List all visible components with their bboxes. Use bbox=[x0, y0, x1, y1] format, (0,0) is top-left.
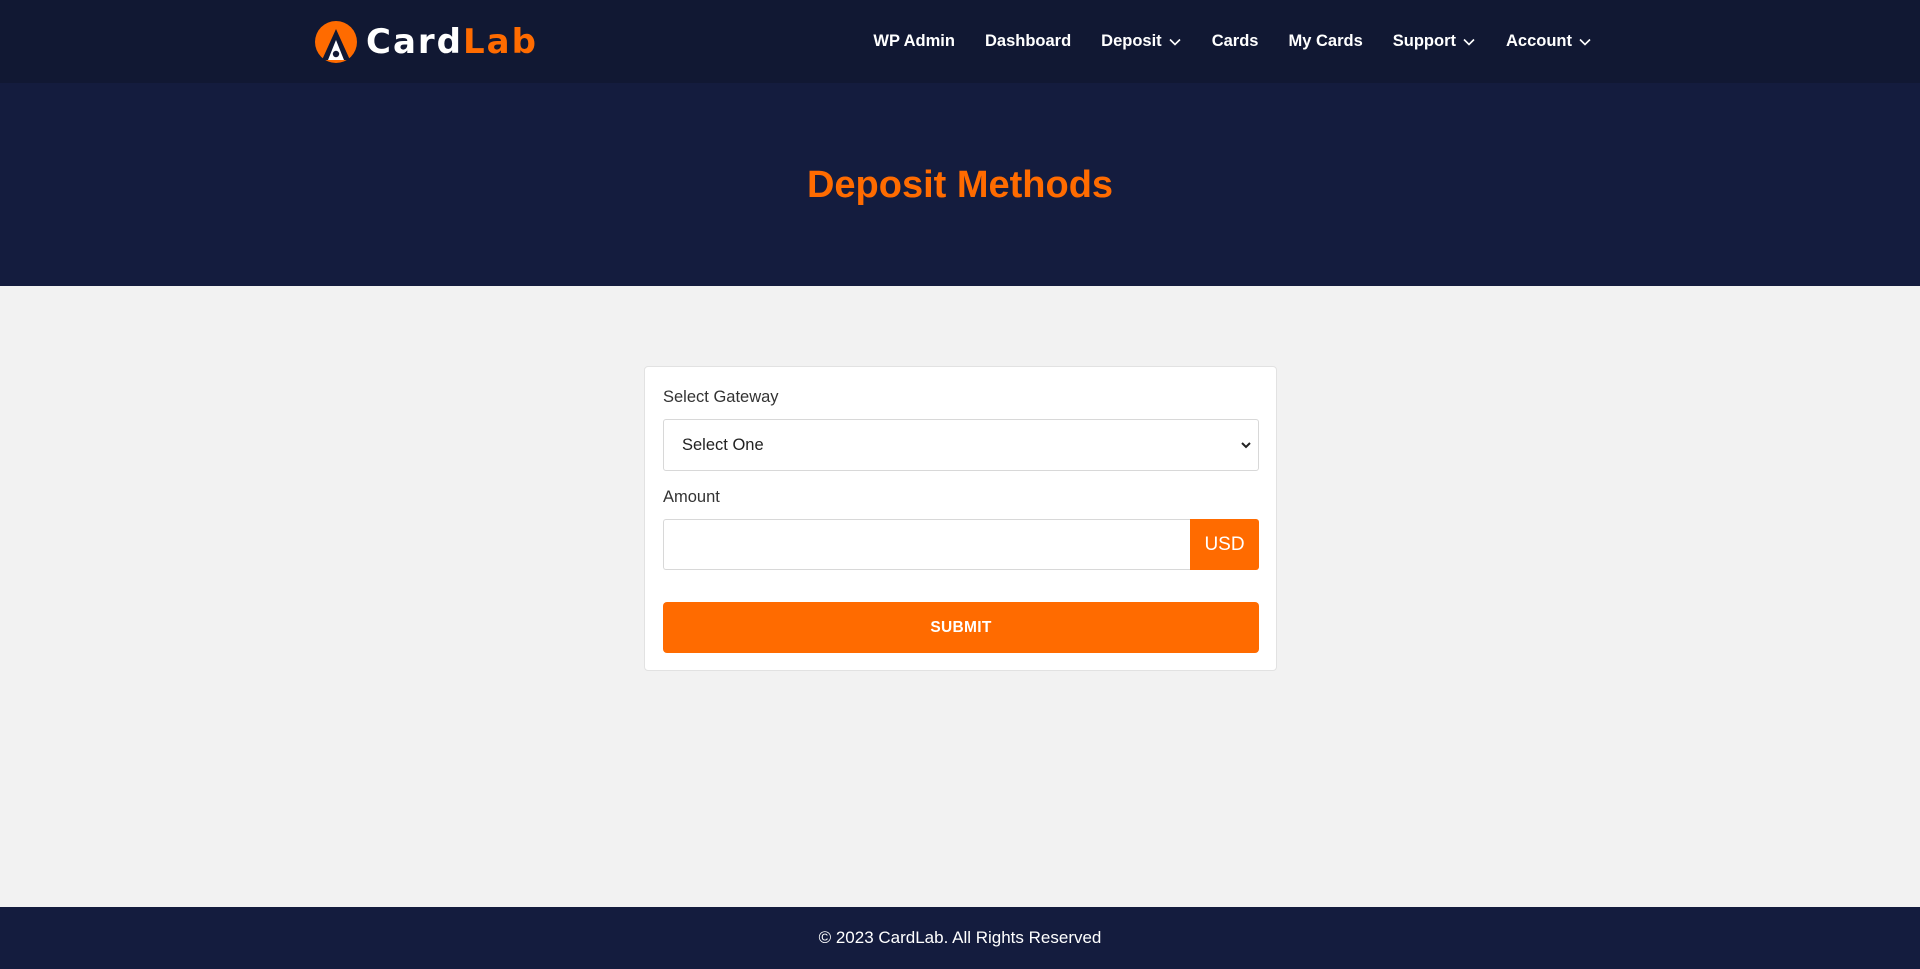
nav-item-label: Dashboard bbox=[984, 32, 1072, 50]
gateway-selected-value: Select One bbox=[682, 435, 764, 454]
page-banner: Deposit Methods bbox=[0, 83, 1920, 286]
copyright-text: © 2023 CardLab. All Rights Reserved bbox=[818, 928, 1102, 947]
amount-label: Amount bbox=[663, 488, 720, 506]
nav-item-label: Deposit bbox=[1101, 32, 1162, 50]
gateway-select[interactable]: Select One bbox=[663, 419, 1259, 471]
nav-item-label: My Cards bbox=[1288, 32, 1363, 50]
chevron-down-icon bbox=[1169, 38, 1181, 46]
footer: © 2023 CardLab. All Rights Reserved bbox=[0, 907, 1920, 969]
nav-item-label: WP Admin bbox=[873, 32, 955, 50]
nav-item-deposit[interactable]: Deposit bbox=[1101, 32, 1182, 51]
amount-input[interactable] bbox=[663, 519, 1191, 570]
brand-name-part2: Lab bbox=[463, 22, 538, 62]
main-nav: WP Admin Dashboard Deposit Cards My Card… bbox=[843, 0, 1592, 83]
top-navbar: CardLab WP Admin Dashboard Deposit Cards… bbox=[0, 0, 1920, 83]
gateway-label: Select Gateway bbox=[663, 388, 779, 406]
chevron-down-icon bbox=[1241, 442, 1251, 449]
chevron-down-icon bbox=[1463, 38, 1475, 46]
nav-item-my-cards[interactable]: My Cards bbox=[1288, 32, 1362, 51]
currency-addon: USD bbox=[1190, 519, 1259, 570]
brand-name: CardLab bbox=[366, 20, 538, 64]
submit-button[interactable]: SUBMIT bbox=[663, 602, 1259, 653]
brand-logo[interactable]: CardLab bbox=[314, 20, 538, 64]
cardlab-logo-icon bbox=[315, 21, 357, 63]
nav-item-label: Support bbox=[1392, 32, 1456, 50]
nav-item-wp-admin[interactable]: WP Admin bbox=[873, 32, 955, 51]
nav-item-support[interactable]: Support bbox=[1393, 32, 1476, 51]
page-title: Deposit Methods bbox=[806, 164, 1114, 206]
deposit-form-card: Select Gateway Select One Amount USD SUB… bbox=[644, 366, 1277, 671]
nav-item-label: Account bbox=[1506, 32, 1572, 50]
nav-item-label: Cards bbox=[1211, 32, 1259, 50]
chevron-down-icon bbox=[1579, 38, 1591, 46]
nav-item-cards[interactable]: Cards bbox=[1212, 32, 1259, 51]
nav-item-account[interactable]: Account bbox=[1506, 32, 1592, 51]
brand-name-part1: Card bbox=[366, 22, 464, 62]
nav-item-dashboard[interactable]: Dashboard bbox=[985, 32, 1071, 51]
